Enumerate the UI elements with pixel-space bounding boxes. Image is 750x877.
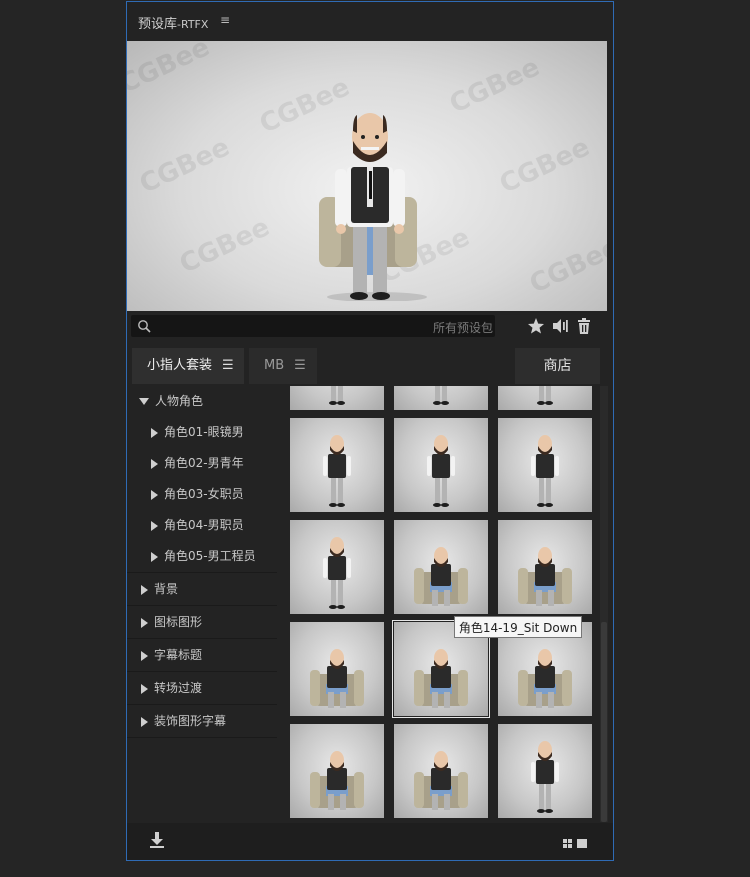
search-input[interactable]: 所有预设包	[433, 319, 493, 336]
preset-tooltip: 角色14-19_Sit Down	[454, 616, 582, 638]
character-figure	[323, 537, 351, 609]
tree-group[interactable]: 图标图形	[127, 606, 277, 639]
scrollbar-thumb[interactable]	[601, 622, 607, 822]
tab-xiaozhiren[interactable]: 小指人套装 ☰	[132, 348, 244, 384]
tree-item[interactable]: 角色03-女职员	[127, 479, 277, 510]
preset-thumbnail[interactable]	[498, 724, 592, 818]
speaker-icon[interactable]	[551, 317, 569, 335]
preset-thumbnail[interactable]	[498, 418, 592, 512]
presets-panel: 预设库-RTFX ≡ CGBee CGBee CGBee CGBee CGBee…	[126, 1, 614, 861]
tree-group-characters[interactable]: 人物角色	[127, 386, 277, 417]
character-figure	[414, 547, 468, 606]
preset-thumbnail[interactable]	[498, 520, 592, 614]
caret-right-icon	[151, 427, 158, 438]
tree-item[interactable]: 角色05-男工程员	[127, 541, 277, 573]
panel-title: 预设库-RTFX	[138, 17, 209, 32]
tree-item[interactable]: 角色04-男职员	[127, 510, 277, 541]
tab-menu-icon[interactable]: ☰	[294, 348, 306, 384]
search-icon	[138, 320, 151, 333]
hamburger-menu-icon[interactable]: ≡	[220, 13, 230, 27]
preset-thumbnail[interactable]	[394, 724, 488, 818]
tree-group[interactable]: 字幕标题	[127, 639, 277, 672]
character-figure	[531, 741, 559, 813]
caret-right-icon	[151, 489, 158, 500]
preset-grid	[277, 386, 602, 822]
caret-right-icon	[151, 458, 158, 469]
watermark-text: CGBee	[495, 132, 595, 200]
star-icon[interactable]	[527, 317, 545, 335]
character-figure	[537, 386, 553, 405]
search-bar[interactable]: 所有预设包	[131, 315, 495, 337]
trash-icon[interactable]	[575, 317, 593, 335]
tree-group[interactable]: 转场过渡	[127, 672, 277, 705]
watermark-text: CGBee	[127, 41, 215, 100]
character-figure	[433, 386, 449, 405]
character-preview	[319, 113, 427, 301]
preset-thumbnail[interactable]	[290, 418, 384, 512]
tab-mb[interactable]: MB ☰	[249, 348, 317, 384]
caret-right-icon	[151, 520, 158, 531]
preset-thumbnail[interactable]	[394, 386, 488, 410]
watermark-text: CGBee	[175, 212, 275, 280]
tree-item[interactable]: 角色01-眼镜男	[127, 417, 277, 448]
store-button[interactable]: 商店	[515, 348, 600, 384]
caret-right-icon	[141, 650, 148, 661]
bottom-toolbar	[127, 823, 613, 860]
caret-right-icon	[141, 716, 148, 727]
character-figure	[323, 435, 351, 507]
caret-right-icon	[141, 584, 148, 595]
preset-thumbnail[interactable]	[290, 520, 384, 614]
watermark-text: CGBee	[135, 132, 235, 200]
character-figure	[310, 649, 364, 708]
category-tree: 人物角色 角色01-眼镜男 角色02-男青年 角色03-女职员 角色04-男职员…	[127, 386, 277, 738]
watermark-text: CGBee	[445, 52, 545, 120]
tree-group[interactable]: 装饰图形字幕	[127, 705, 277, 738]
download-icon[interactable]	[149, 831, 165, 849]
preset-thumbnail[interactable]	[290, 386, 384, 410]
watermark-text: CGBee	[525, 232, 607, 300]
character-figure	[310, 751, 364, 810]
character-figure	[531, 435, 559, 507]
preset-thumbnail[interactable]	[290, 622, 384, 716]
preset-thumbnail[interactable]	[394, 418, 488, 512]
preset-thumbnail[interactable]	[498, 386, 592, 410]
tree-item[interactable]: 角色02-男青年	[127, 448, 277, 479]
caret-down-icon	[139, 398, 149, 405]
character-figure	[414, 751, 468, 810]
preview-area: CGBee CGBee CGBee CGBee CGBee CGBee CGBe…	[127, 41, 607, 311]
grid-view-icon[interactable]	[563, 839, 591, 849]
character-figure	[427, 435, 455, 507]
character-figure	[329, 386, 345, 405]
character-figure	[518, 547, 572, 606]
tree-group[interactable]: 背景	[127, 573, 277, 606]
tab-menu-icon[interactable]: ☰	[222, 348, 234, 384]
panel-titlebar: 预设库-RTFX ≡	[127, 2, 613, 40]
caret-right-icon	[141, 617, 148, 628]
caret-right-icon	[151, 551, 158, 562]
preset-thumbnail[interactable]	[290, 724, 384, 818]
preset-thumbnail[interactable]	[394, 520, 488, 614]
caret-right-icon	[141, 683, 148, 694]
